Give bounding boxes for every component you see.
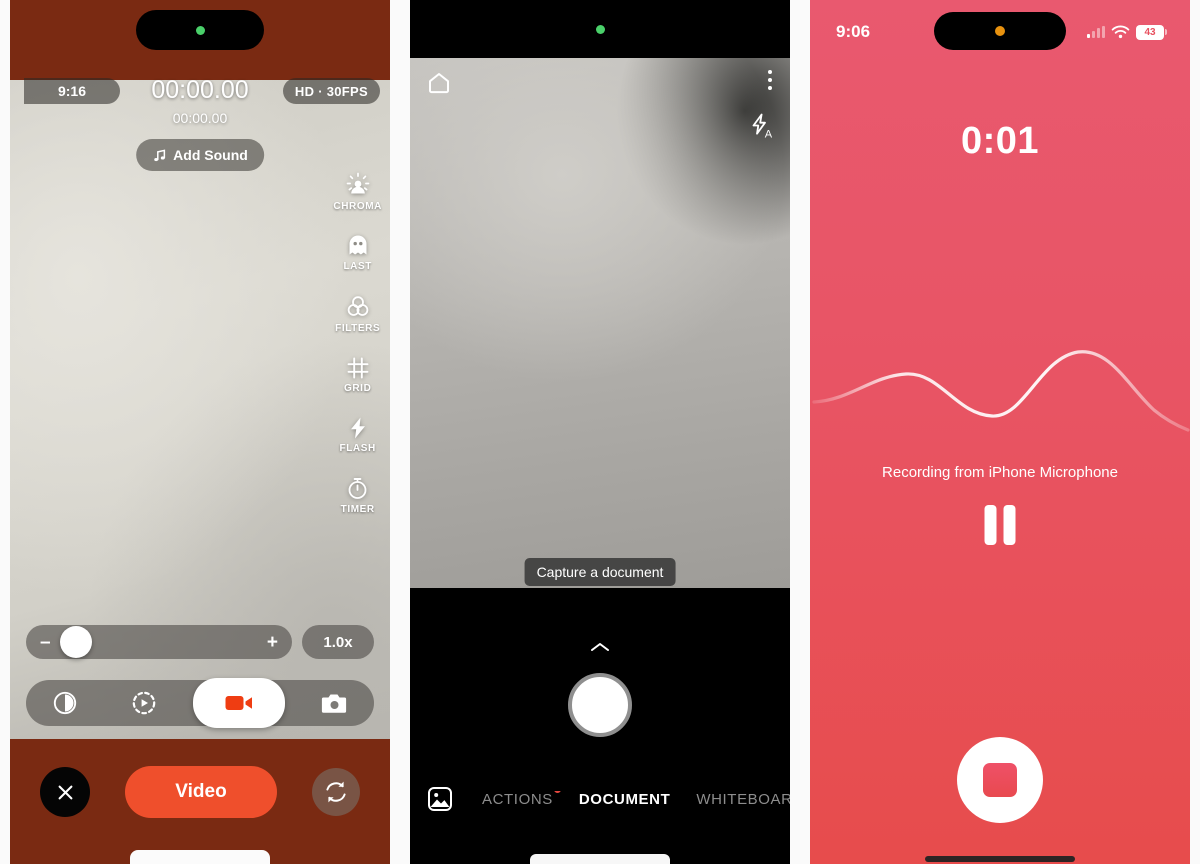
music-note-icon [154,149,166,161]
status-clock: 9:06 [836,22,871,41]
menu-dot [768,70,772,74]
video-camera-icon [225,696,253,710]
tool-chroma[interactable]: CHROMA [333,172,382,212]
mode-timelapse[interactable] [115,680,173,726]
quality-badge[interactable]: HD · 30FPS [282,78,380,104]
flash-mode-button[interactable]: A [748,112,776,145]
document-capture-panel: A Capture a document ACTIONS DOCUMENT WH… [410,0,790,864]
zoom-control-row: – + 1.0x [26,625,374,659]
flash-auto-icon: A [752,113,773,140]
camera-active-indicator-icon [195,25,205,35]
mode-photo[interactable] [306,680,364,726]
close-icon [58,785,72,799]
screenshot-stage: 9:16 HD · 30FPS 00:00.00 00:00.00 Add So… [0,0,1200,864]
menu-dot [768,78,772,82]
chevron-up-icon [591,643,609,651]
video-capture-panel: 9:16 HD · 30FPS 00:00.00 00:00.00 Add So… [10,0,390,864]
add-sound-button[interactable]: Add Sound [136,139,264,171]
grid-icon [347,357,369,379]
home-button[interactable] [426,70,452,101]
close-button[interactable] [40,767,90,817]
half-circle-icon [54,691,77,715]
battery-icon: 43 [1136,24,1167,40]
zoom-in-sign[interactable]: + [267,633,278,652]
capture-mode-bar [26,678,374,728]
dynamic-island [136,10,264,50]
zoom-slider[interactable]: – + [26,625,292,659]
shutter-button[interactable] [568,673,632,737]
camera-flip-icon [326,781,346,803]
tab-document[interactable]: DOCUMENT [579,791,670,808]
tab-actions-label: ACTIONS [482,790,553,808]
tab-whiteboard[interactable]: WHITEBOARD [696,791,790,808]
capture-mode-tabs: ACTIONS DOCUMENT WHITEBOARD [410,782,790,816]
pause-bar [984,505,997,545]
audio-waveform [812,350,1190,432]
tool-grid[interactable]: GRID [344,356,371,394]
zoom-out-sign[interactable]: – [40,633,51,652]
tab-actions[interactable]: ACTIONS [482,790,561,808]
video-action-row: Video [10,764,390,820]
home-indicator [130,850,270,864]
flash-icon [350,417,365,439]
battery-level-label: 43 [1144,26,1156,38]
tool-filters[interactable]: FILTERS [335,294,380,334]
tool-chroma-label: CHROMA [333,201,382,212]
pause-button[interactable] [984,505,1016,545]
tool-grid-label: GRID [343,383,372,394]
expand-options-button[interactable] [589,640,611,658]
gallery-icon [428,787,452,811]
camera-active-indicator-icon [595,24,605,34]
stop-button[interactable] [957,737,1043,823]
ghost-icon [349,235,367,255]
stop-square-icon [983,763,1017,797]
chroma-icon [346,172,370,194]
zoom-slider-knob[interactable] [60,626,92,658]
document-viewfinder[interactable] [410,58,790,588]
mode-slow-motion[interactable] [36,680,94,726]
camera-icon [322,694,347,713]
flip-camera-button[interactable] [311,768,360,816]
tool-timer[interactable]: TIMER [341,476,375,515]
document-top-chrome [410,0,790,58]
pause-bar [1003,505,1016,545]
overflow-menu-button[interactable] [768,70,772,90]
mic-active-indicator-icon [995,26,1005,36]
filters-icon [347,296,368,316]
tool-last[interactable]: LAST [343,234,372,272]
recording-source-label: Recording from iPhone Microphone [882,464,1118,481]
tab-strip[interactable]: ACTIONS DOCUMENT WHITEBOARD [482,790,790,808]
dashed-play-icon [132,691,156,715]
home-indicator [530,854,670,864]
menu-dot [768,86,772,90]
audio-recording-panel: 9:06 43 0:01 Recording from iPhone Micro… [810,0,1190,864]
zoom-level-badge[interactable]: 1.0x [302,625,374,659]
tool-flash[interactable]: FLASH [340,416,376,454]
dynamic-island [934,12,1066,50]
recording-timer: 0:01 [960,120,1040,162]
tool-filters-label: FILTERS [335,323,381,334]
home-indicator [925,856,1075,862]
tool-last-label: LAST [343,261,372,272]
home-icon [429,73,449,94]
capture-hint-tooltip: Capture a document [524,558,676,586]
mode-video[interactable] [193,678,286,728]
status-icons: 43 [1087,24,1167,40]
record-video-button[interactable]: Video [125,766,277,818]
timer-icon [348,478,367,499]
new-badge-dot [553,790,561,793]
recording-timer-secondary: 00:00.00 [172,110,228,126]
wifi-icon [1111,25,1130,39]
tool-flash-label: FLASH [339,443,376,454]
status-clock: 9:16 [24,78,120,104]
cellular-signal-icon [1087,26,1105,38]
gallery-button[interactable] [426,785,454,813]
tool-timer-label: TIMER [340,504,375,515]
add-sound-label: Add Sound [173,147,248,163]
camera-tool-rail: CHROMA LAST FILTERS GRID FLASH TIMER [333,172,382,515]
recording-timer-main: 00:00.00 [151,76,249,104]
svg-text:A: A [765,128,773,140]
